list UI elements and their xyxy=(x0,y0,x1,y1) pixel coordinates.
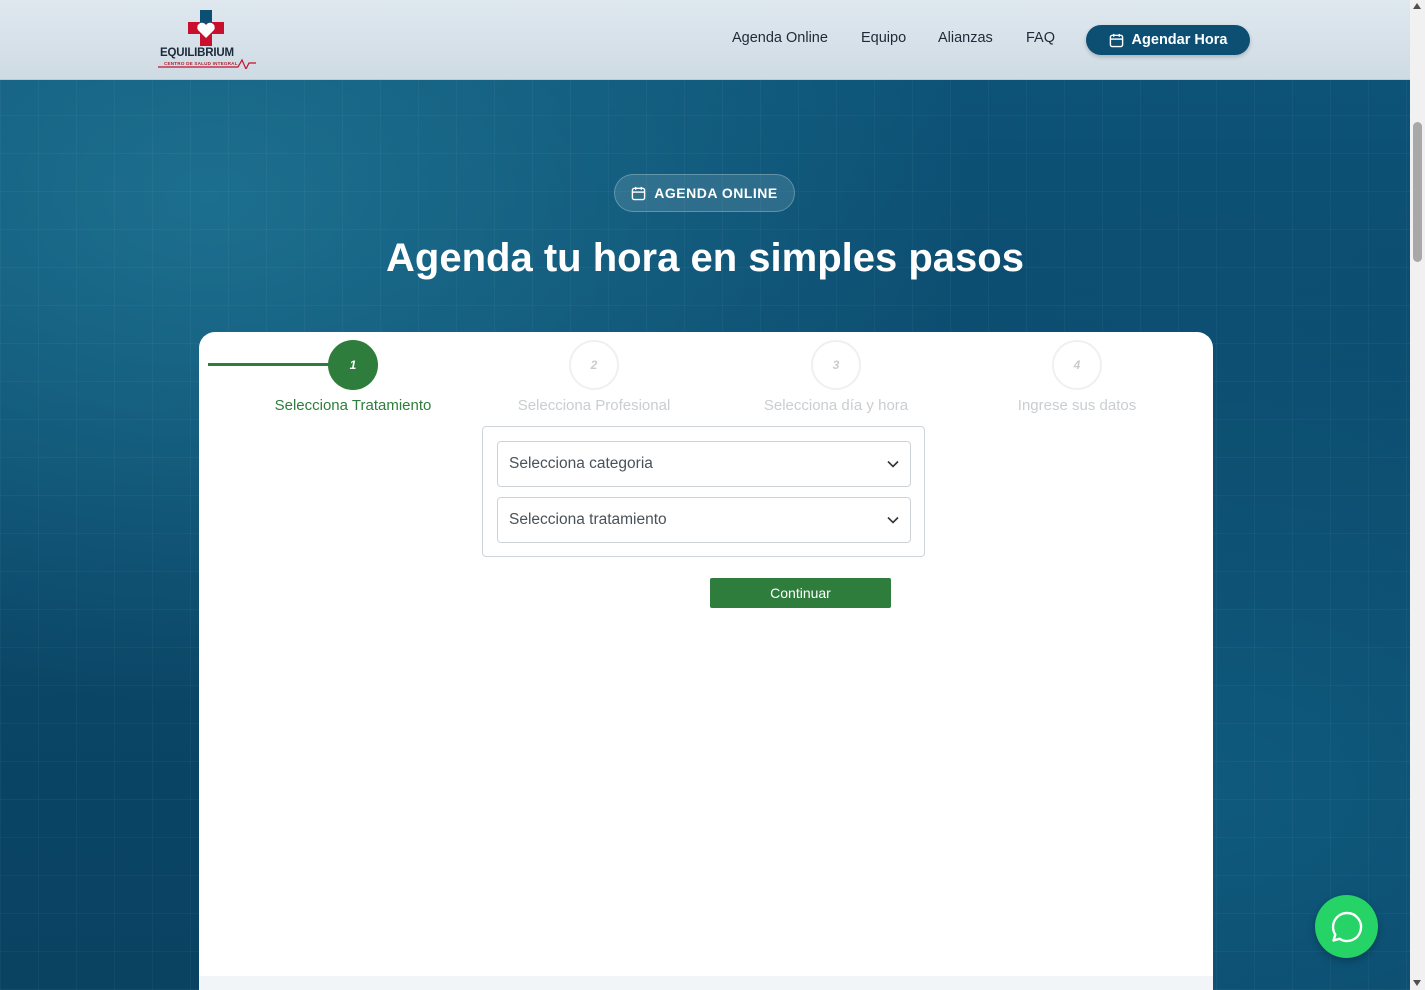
nav-faq[interactable]: FAQ xyxy=(1026,30,1055,46)
step-1-label: Selecciona Tratamiento xyxy=(274,397,432,414)
continue-button[interactable]: Continuar xyxy=(710,578,891,608)
step-4-indicator[interactable]: 4 xyxy=(1052,340,1102,390)
treatment-select-value: Selecciona tratamiento xyxy=(509,511,667,528)
chevron-down-icon xyxy=(887,516,899,524)
agendar-hora-button[interactable]: Agendar Hora xyxy=(1086,25,1250,55)
agendar-hora-label: Agendar Hora xyxy=(1131,32,1228,48)
nav-alianzas[interactable]: Alianzas xyxy=(938,30,993,46)
medical-cross-heart-icon xyxy=(188,10,224,46)
whatsapp-icon xyxy=(1331,911,1362,942)
scrollbar-thumb[interactable] xyxy=(1413,122,1422,262)
step-3-indicator[interactable]: 3 xyxy=(811,340,861,390)
booking-wizard-card: 1 2 3 4 Selecciona Tratamiento Seleccion… xyxy=(199,332,1213,990)
scroll-up-arrow-icon[interactable] xyxy=(1413,3,1421,9)
step-2-label: Selecciona Profesional xyxy=(517,397,671,414)
treatment-select[interactable]: Selecciona tratamiento xyxy=(497,497,911,543)
calendar-icon xyxy=(631,186,646,200)
page-title: Agenda tu hora en simples pasos xyxy=(386,236,1024,280)
step-3-label: Selecciona día y hora xyxy=(763,397,909,414)
nav-agenda-online[interactable]: Agenda Online xyxy=(732,30,828,46)
scroll-down-arrow-icon[interactable] xyxy=(1413,980,1421,986)
step-4-label: Ingrese sus datos xyxy=(1017,397,1137,414)
scrollbar[interactable] xyxy=(1410,0,1425,990)
chevron-down-icon xyxy=(887,460,899,468)
badge-label: AGENDA ONLINE xyxy=(654,185,778,201)
site-header: EQUILIBRIUM CENTRO DE SALUD INTEGRAL Age… xyxy=(0,0,1410,80)
category-select-value: Selecciona categoria xyxy=(509,455,653,472)
nav-equipo[interactable]: Equipo xyxy=(861,30,906,46)
step-1-indicator[interactable]: 1 xyxy=(328,340,378,390)
step-2-indicator[interactable]: 2 xyxy=(569,340,619,390)
category-select[interactable]: Selecciona categoria xyxy=(497,441,911,487)
agenda-online-badge: AGENDA ONLINE xyxy=(614,174,795,212)
card-footer-strip xyxy=(199,976,1213,990)
treatment-form: Selecciona categoria Selecciona tratamie… xyxy=(482,426,925,557)
logo[interactable]: EQUILIBRIUM CENTRO DE SALUD INTEGRAL xyxy=(158,10,258,70)
calendar-icon xyxy=(1109,33,1123,47)
progress-line xyxy=(208,363,338,366)
logo-tagline: CENTRO DE SALUD INTEGRAL xyxy=(164,61,238,66)
whatsapp-button[interactable] xyxy=(1315,895,1378,958)
